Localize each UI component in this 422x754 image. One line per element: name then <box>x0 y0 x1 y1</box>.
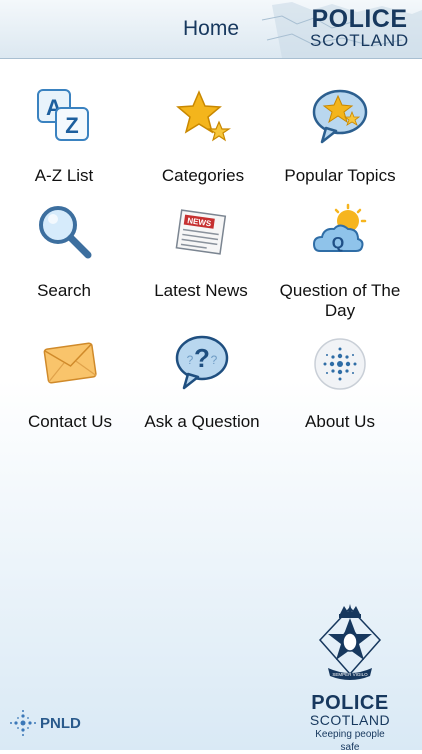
svg-text:?: ? <box>187 353 194 367</box>
menu-label: Question of The Day <box>279 281 401 320</box>
header-bar: Home POLICE SCOTLAND <box>0 0 422 59</box>
menu-item-az-list[interactable]: A Z A-Z List <box>0 88 134 188</box>
crest-motto: SEMPER VIGILO <box>332 672 368 677</box>
brand-line1: POLICE <box>311 5 408 33</box>
svg-text:Z: Z <box>65 113 78 138</box>
menu-label: Popular Topics <box>284 166 396 185</box>
police-scotland-logo: POLICE SCOTLAND <box>310 6 409 50</box>
menu-item-ask-a-question[interactable]: ? ? ? Ask a Question <box>132 334 272 434</box>
globe-icon <box>314 338 366 390</box>
question-bubble-icon: ? ? ? <box>175 335 229 390</box>
newspaper-icon: NEWS <box>175 209 227 255</box>
menu-label: A-Z List <box>34 166 94 185</box>
menu-item-about-us[interactable]: About Us <box>270 334 410 434</box>
menu-label: Search <box>37 281 91 300</box>
sun-cloud-icon: Q <box>312 203 367 252</box>
menu-item-popular-topics[interactable]: Popular Topics <box>270 88 410 188</box>
crest-line1: POLICE <box>311 692 389 714</box>
menu-item-question-of-the-day[interactable]: Q Question of The Day <box>270 203 410 323</box>
crest-line2: SCOTLAND <box>309 712 391 728</box>
crest-icon: SEMPER VIGILO <box>318 604 382 680</box>
svg-text:?: ? <box>194 343 210 373</box>
menu-item-search[interactable]: Search <box>0 203 134 303</box>
pnld-cross-icon <box>10 710 36 736</box>
magnifier-icon <box>39 206 92 259</box>
stars-icon <box>176 90 231 142</box>
crest-tagline: Keeping people safe <box>315 729 385 753</box>
pnld-label: PNLD <box>40 714 81 732</box>
envelope-icon <box>43 342 97 384</box>
menu-label: Latest News <box>154 281 248 300</box>
pnld-logo: PNLD <box>8 708 81 738</box>
svg-text:?: ? <box>211 353 218 367</box>
menu-item-latest-news[interactable]: NEWS Latest News <box>131 203 271 303</box>
menu-item-categories[interactable]: Categories <box>133 88 273 188</box>
menu-label: Categories <box>161 166 245 185</box>
svg-text:Q: Q <box>332 235 344 252</box>
menu-label: About Us <box>305 412 375 431</box>
police-scotland-crest: SEMPER VIGILO POLICE SCOTLAND Keeping pe… <box>305 600 395 754</box>
menu-label: Ask a Question <box>144 412 260 431</box>
brand-line2: SCOTLAND <box>310 31 409 50</box>
az-icon: A Z <box>37 89 89 141</box>
speech-star-icon <box>312 89 368 144</box>
menu-item-contact-us[interactable]: Contact Us <box>0 334 140 434</box>
menu-label: Contact Us <box>27 412 113 431</box>
